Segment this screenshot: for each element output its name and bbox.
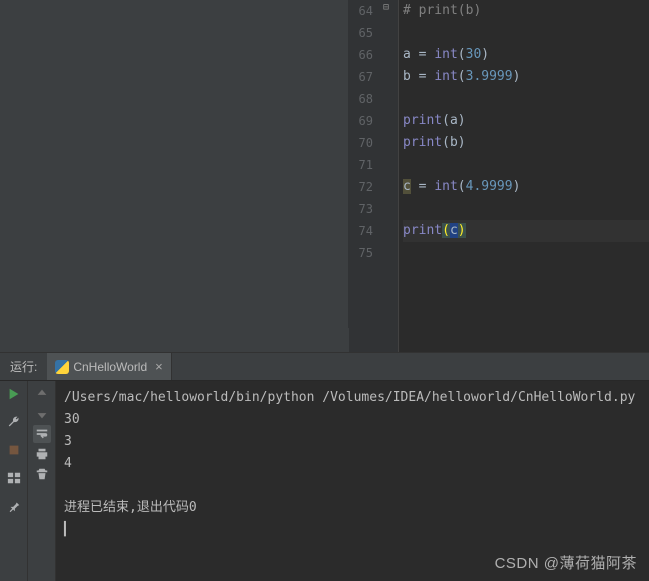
editor-area: 64 65 66 67 68 69 70 71 72 73 74 75 ⊟ # … (0, 0, 649, 352)
code-editor[interactable]: # print(b) a = int(30) b = int(3.9999) p… (399, 0, 649, 352)
run-label: 运行: (0, 358, 47, 375)
run-toolbar-right (28, 381, 56, 581)
close-icon[interactable]: × (155, 359, 163, 374)
run-body: /Users/mac/helloworld/bin/python /Volume… (0, 381, 649, 581)
python-icon (55, 360, 69, 374)
run-header: 运行: CnHelloWorld × (0, 353, 649, 381)
run-tab[interactable]: CnHelloWorld × (47, 353, 171, 380)
line-number-gutter[interactable]: 64 65 66 67 68 69 70 71 72 73 74 75 (349, 0, 381, 352)
trash-icon[interactable] (33, 465, 51, 483)
print-icon[interactable] (33, 445, 51, 463)
run-tool-window: 运行: CnHelloWorld × /Users/mac/helloworld… (0, 352, 649, 581)
project-tree-panel[interactable] (0, 0, 349, 328)
console-output[interactable]: /Users/mac/helloworld/bin/python /Volume… (56, 381, 649, 581)
pin-icon[interactable] (5, 497, 23, 515)
code-panel: 64 65 66 67 68 69 70 71 72 73 74 75 ⊟ # … (349, 0, 649, 352)
rerun-icon[interactable] (5, 385, 23, 403)
run-tab-title: CnHelloWorld (73, 360, 147, 374)
fold-column[interactable]: ⊟ (381, 0, 399, 352)
fold-marker-icon[interactable]: ⊟ (383, 2, 389, 13)
layout-icon[interactable] (5, 469, 23, 487)
watermark: CSDN @薄荷猫阿茶 (495, 552, 637, 573)
run-toolbar-left (0, 381, 28, 581)
stop-icon[interactable] (5, 441, 23, 459)
down-arrow-icon[interactable] (33, 405, 51, 423)
up-arrow-icon[interactable] (33, 385, 51, 403)
soft-wrap-icon[interactable] (33, 425, 51, 443)
wrench-icon[interactable] (5, 413, 23, 431)
